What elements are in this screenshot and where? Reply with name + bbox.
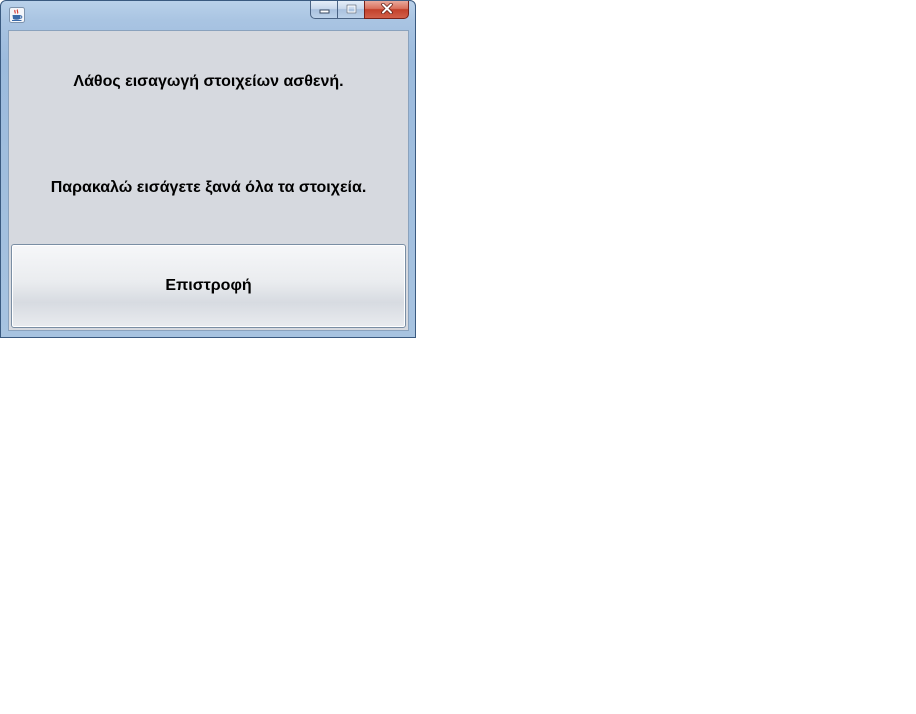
maximize-button[interactable] xyxy=(337,1,364,19)
close-icon xyxy=(380,1,393,19)
maximize-icon xyxy=(346,1,357,19)
caption-buttons xyxy=(310,1,409,20)
instruction-message: Παρακαλώ εισάγετε ξανά όλα τα στοιχεία. xyxy=(50,179,367,196)
error-dialog-window: Λάθος εισαγωγή στοιχείων ασθενή. Παρακαλ… xyxy=(0,0,416,338)
error-message: Λάθος εισαγωγή στοιχείων ασθενή. xyxy=(73,73,344,90)
return-button[interactable]: Επιστροφή xyxy=(11,244,406,328)
dialog-content: Λάθος εισαγωγή στοιχείων ασθενή. Παρακαλ… xyxy=(8,30,409,331)
java-coffee-cup-icon xyxy=(9,7,25,23)
minimize-button[interactable] xyxy=(310,1,337,19)
title-bar[interactable] xyxy=(1,1,415,29)
minimize-icon xyxy=(319,1,330,19)
close-button[interactable] xyxy=(364,1,409,19)
